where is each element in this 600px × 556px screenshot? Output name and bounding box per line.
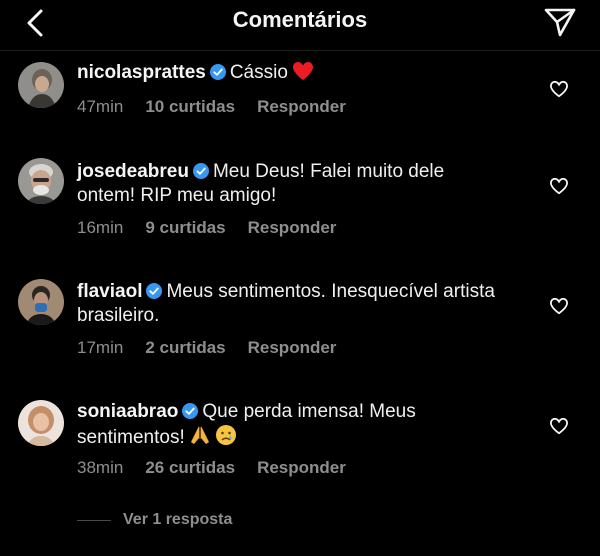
reply-button[interactable]: Responder bbox=[248, 218, 337, 237]
like-button[interactable] bbox=[546, 76, 572, 102]
avatar[interactable] bbox=[18, 279, 64, 325]
avatar[interactable] bbox=[18, 62, 64, 108]
view-replies-label: Ver 1 resposta bbox=[123, 511, 233, 528]
like-button[interactable] bbox=[546, 293, 572, 319]
verified-badge-icon bbox=[182, 403, 199, 419]
comment-time: 38min bbox=[77, 458, 124, 477]
folded-hands-emoji-icon bbox=[190, 426, 209, 444]
avatar[interactable] bbox=[18, 158, 64, 204]
avatar[interactable] bbox=[18, 400, 64, 446]
comment-likes[interactable]: 9 curtidas bbox=[145, 218, 225, 237]
red-heart-emoji-icon bbox=[292, 62, 313, 80]
page-title: Comentários bbox=[232, 7, 368, 32]
comment-username[interactable]: josedeabreu bbox=[77, 161, 189, 182]
header-bar: Comentários bbox=[0, 0, 600, 51]
comment-username[interactable]: soniaabrao bbox=[77, 401, 178, 422]
crying-face-emoji-icon bbox=[215, 425, 236, 445]
reply-button[interactable]: Responder bbox=[257, 97, 346, 116]
comment-time: 17min bbox=[77, 338, 124, 357]
verified-badge-icon bbox=[192, 163, 209, 179]
heart-outline-icon bbox=[549, 297, 569, 315]
comment-likes[interactable]: 2 curtidas bbox=[145, 338, 225, 357]
comment-username[interactable]: flaviaol bbox=[77, 281, 142, 302]
comment-likes[interactable]: 10 curtidas bbox=[145, 97, 235, 116]
verified-badge-icon bbox=[209, 64, 226, 80]
comment-time: 47min bbox=[77, 97, 124, 116]
reply-button[interactable]: Responder bbox=[257, 458, 346, 477]
share-button[interactable] bbox=[542, 4, 578, 40]
paper-plane-icon bbox=[544, 8, 576, 37]
comment-likes[interactable]: 26 curtidas bbox=[145, 458, 235, 477]
like-button[interactable] bbox=[546, 173, 572, 199]
view-replies-button[interactable]: Ver 1 resposta bbox=[77, 508, 232, 532]
replies-divider-line bbox=[77, 519, 111, 521]
comment-username[interactable]: nicolasprattes bbox=[77, 62, 206, 83]
verified-badge-icon bbox=[146, 283, 163, 299]
heart-outline-icon bbox=[549, 177, 569, 195]
comment-text: Cássio bbox=[229, 62, 288, 83]
comment-time: 16min bbox=[77, 218, 124, 237]
heart-outline-icon bbox=[549, 417, 569, 435]
heart-outline-icon bbox=[549, 80, 569, 98]
reply-button[interactable]: Responder bbox=[248, 338, 337, 357]
like-button[interactable] bbox=[546, 413, 572, 439]
